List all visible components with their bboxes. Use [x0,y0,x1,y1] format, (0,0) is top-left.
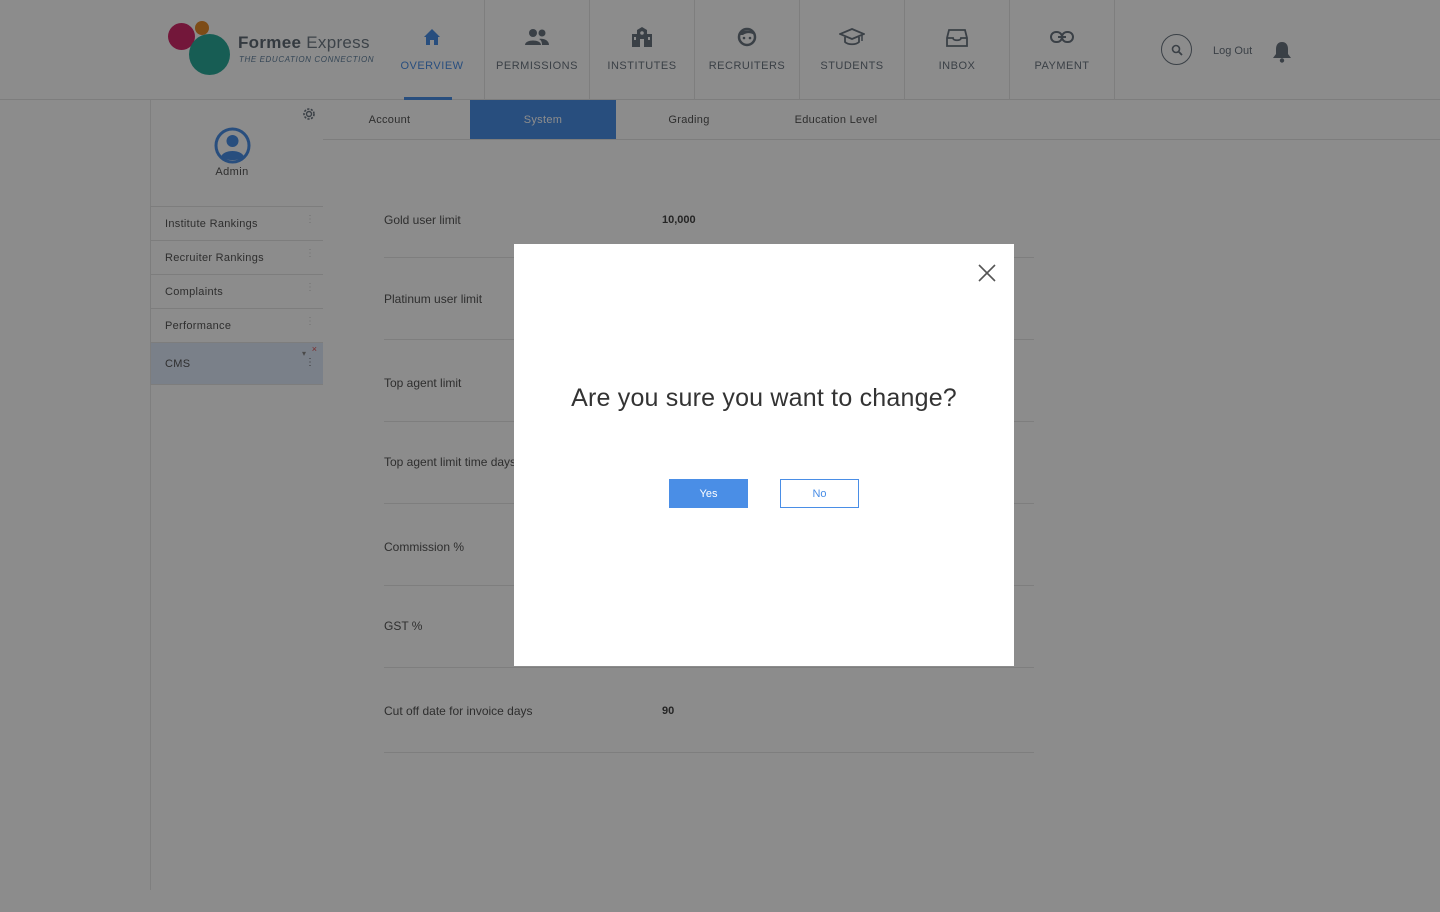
confirm-dialog: Are you sure you want to change? Yes No [514,244,1014,666]
dialog-question: Are you sure you want to change? [571,384,957,412]
yes-button[interactable]: Yes [669,479,748,508]
close-icon[interactable] [978,264,996,282]
no-button[interactable]: No [780,479,859,508]
